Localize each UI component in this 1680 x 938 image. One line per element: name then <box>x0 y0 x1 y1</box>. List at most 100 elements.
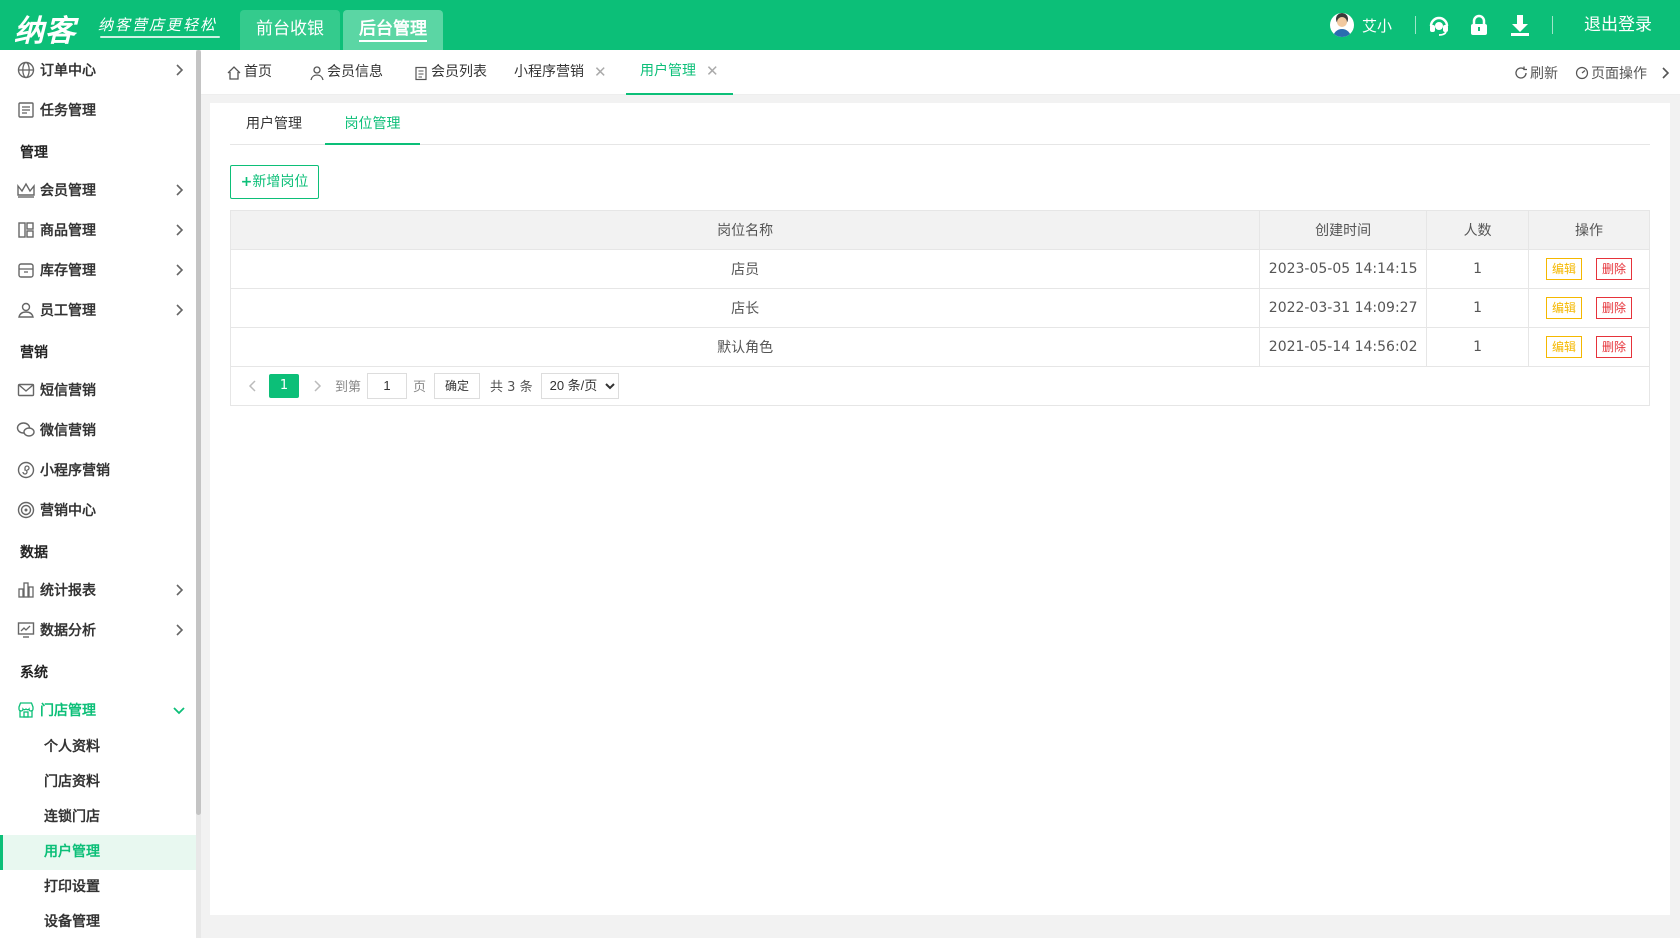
chevron-right-icon[interactable] <box>1658 50 1672 95</box>
chevron-down-icon <box>172 703 186 717</box>
sidebar-item-label: 小程序营销 <box>40 463 110 479</box>
nav-tab-cashier[interactable]: 前台收银 <box>240 10 340 50</box>
add-position-label: 新增岗位 <box>252 174 309 190</box>
sidebar-subitem-profile[interactable]: 个人资料 <box>0 730 196 765</box>
column-header-name: 岗位名称 <box>229 210 1261 250</box>
logout-button[interactable]: 退出登录 <box>1584 0 1652 50</box>
page-tab-home[interactable]: 首页 <box>226 50 272 95</box>
monitor-chart-icon <box>16 620 36 640</box>
sidebar-item-label: 任务管理 <box>40 103 96 119</box>
sidebar-scrollbar[interactable] <box>196 50 201 815</box>
target-icon <box>16 500 36 520</box>
page-tab-bar: 首页 会员信息 会员列表 小程序营销 ✕ 用户管理 ✕ 刷新 页面操作 <box>201 50 1680 95</box>
home-icon <box>226 65 242 81</box>
task-icon <box>16 100 36 120</box>
sidebar-item-reports[interactable]: 统计报表 <box>0 570 196 610</box>
sidebar-subitem-print-settings[interactable]: 打印设置 <box>0 870 196 905</box>
download-icon[interactable] <box>1508 13 1532 37</box>
sidebar-item-label: 短信营销 <box>40 383 96 399</box>
page-tab-member-list[interactable]: 会员列表 <box>413 50 487 95</box>
sidebar-item-store[interactable]: 门店管理 <box>0 690 196 730</box>
divider <box>1415 16 1416 34</box>
edit-button[interactable]: 编辑 <box>1546 258 1583 280</box>
sidebar-item-inventory[interactable]: 库存管理 <box>0 250 196 290</box>
sidebar-item-orders[interactable]: 订单中心 <box>0 50 196 90</box>
cell-name: 店长 <box>229 288 1261 328</box>
logo[interactable]: 纳客 <box>14 6 76 50</box>
page-tab-member-info[interactable]: 会员信息 <box>309 50 383 95</box>
delete-button[interactable]: 删除 <box>1596 336 1633 358</box>
next-page-icon[interactable] <box>307 374 327 398</box>
sidebar-item-wechat[interactable]: 微信营销 <box>0 410 196 450</box>
cell-count: 1 <box>1426 327 1530 367</box>
plus-icon: + <box>240 174 253 190</box>
sidebar-item-products[interactable]: 商品管理 <box>0 210 196 250</box>
cell-created: 2023-05-05 14:14:15 <box>1259 249 1428 289</box>
table-row: 店员 2023-05-05 14:14:15 1 编辑 删除 <box>229 249 1650 289</box>
headset-icon[interactable] <box>1427 13 1451 37</box>
sidebar-group-system: 系统 <box>20 665 48 681</box>
goto-page-input[interactable] <box>367 372 408 399</box>
delete-button[interactable]: 删除 <box>1596 297 1633 319</box>
bar-chart-icon <box>16 580 36 600</box>
nav-tab-backend[interactable]: 后台管理 <box>343 10 443 50</box>
person-icon <box>16 300 36 320</box>
top-bar: 纳客 纳客营店更轻松 前台收银 后台管理 艾小 退出登录 <box>0 0 1680 50</box>
box-icon <box>16 260 36 280</box>
sidebar-group-data: 数据 <box>20 545 48 561</box>
tab-user-management[interactable]: 用户管理 <box>230 103 318 145</box>
close-icon[interactable]: ✕ <box>594 50 607 95</box>
cell-created: 2022-03-31 14:09:27 <box>1259 288 1428 328</box>
globe-icon <box>16 60 36 80</box>
edit-button[interactable]: 编辑 <box>1546 297 1583 319</box>
lock-icon[interactable] <box>1467 13 1491 37</box>
chevron-right-icon <box>172 263 186 277</box>
page-tab-label: 首页 <box>244 64 272 80</box>
cell-count: 1 <box>1426 249 1530 289</box>
cell-name: 店员 <box>229 249 1261 289</box>
sidebar-item-sms[interactable]: 短信营销 <box>0 370 196 410</box>
prev-page-icon[interactable] <box>243 374 263 398</box>
cell-actions: 编辑 删除 <box>1528 327 1650 367</box>
sidebar-item-analysis[interactable]: 数据分析 <box>0 610 196 650</box>
sidebar-item-members[interactable]: 会员管理 <box>0 170 196 210</box>
sidebar-subitem-devices[interactable]: 设备管理 <box>0 905 196 938</box>
total-count: 共 3 条 <box>490 380 533 395</box>
page-tab-user-management[interactable]: 用户管理 ✕ <box>626 50 733 95</box>
tab-position-management[interactable]: 岗位管理 <box>325 103 420 145</box>
sidebar-item-label: 数据分析 <box>40 623 96 639</box>
edit-button[interactable]: 编辑 <box>1546 336 1583 358</box>
layout-icon <box>16 220 36 240</box>
sidebar-item-label: 订单中心 <box>40 63 96 79</box>
sidebar-item-label: 微信营销 <box>40 423 96 439</box>
crown-icon <box>16 180 36 200</box>
page-operations-button[interactable]: 页面操作 <box>1575 50 1647 95</box>
cell-name: 默认角色 <box>229 327 1261 367</box>
sidebar-item-tasks[interactable]: 任务管理 <box>0 90 196 130</box>
sidebar-item-staff[interactable]: 员工管理 <box>0 290 196 330</box>
sidebar-subitem-store-info[interactable]: 门店资料 <box>0 765 196 800</box>
page-tab-miniprogram[interactable]: 小程序营销 ✕ <box>514 50 607 95</box>
add-position-button[interactable]: +新增岗位 <box>230 165 319 199</box>
page-size-select[interactable]: 20 条/页 <box>540 372 619 399</box>
cell-actions: 编辑 删除 <box>1528 249 1650 289</box>
sidebar-item-label: 统计报表 <box>40 583 96 599</box>
sidebar-subitem-user-management[interactable]: 用户管理 <box>0 835 196 870</box>
pagination: 1 到第 页 确定 共 3 条 20 条/页 <box>230 366 1650 406</box>
sidebar-subitem-chain-stores[interactable]: 连锁门店 <box>0 800 196 835</box>
position-table: 岗位名称 创建时间 人数 操作 店员 2023-05-05 14:14:15 1… <box>229 210 1650 367</box>
page-number-current[interactable]: 1 <box>269 373 299 398</box>
sidebar-item-marketing-center[interactable]: 营销中心 <box>0 490 196 530</box>
refresh-button[interactable]: 刷新 <box>1514 50 1558 95</box>
page-tab-label: 小程序营销 <box>514 64 584 80</box>
user-name: 艾小 <box>1362 16 1393 35</box>
sidebar-item-miniprogram[interactable]: 小程序营销 <box>0 450 196 490</box>
cell-actions: 编辑 删除 <box>1528 288 1650 328</box>
close-icon[interactable]: ✕ <box>706 49 719 94</box>
goto-confirm-button[interactable]: 确定 <box>434 372 481 399</box>
chevron-right-icon <box>172 623 186 637</box>
user-menu[interactable]: 艾小 <box>1330 0 1392 50</box>
sidebar-item-label: 门店管理 <box>40 703 96 719</box>
delete-button[interactable]: 删除 <box>1596 258 1633 280</box>
slogan: 纳客营店更轻松 <box>98 16 218 34</box>
